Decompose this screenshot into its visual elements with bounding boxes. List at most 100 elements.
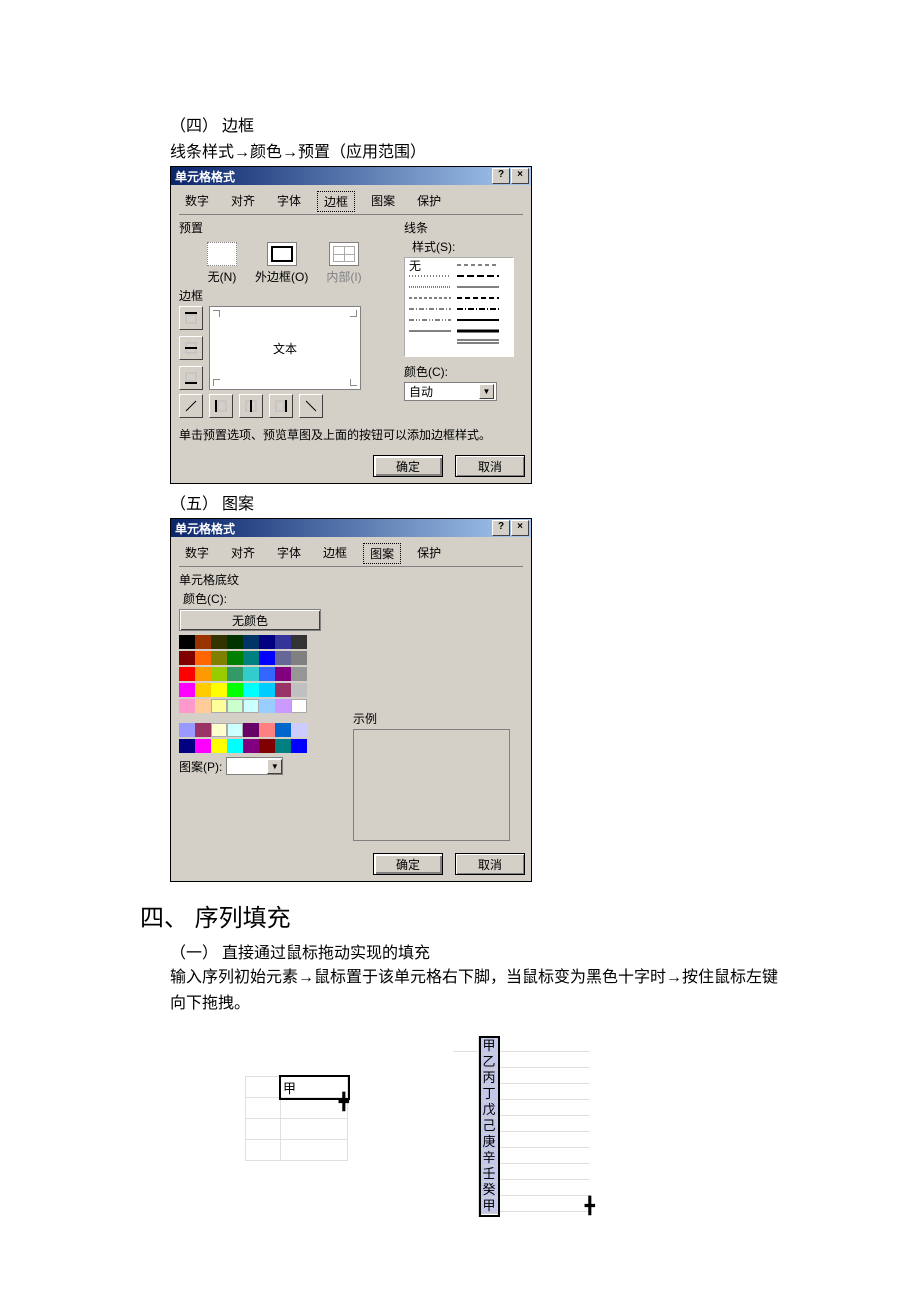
border-middle-h-button[interactable] — [179, 336, 203, 360]
help-button[interactable]: ? — [492, 168, 510, 184]
lines-group-label: 线条 — [404, 219, 514, 236]
border-right-button[interactable] — [269, 394, 293, 418]
border-left-button[interactable] — [209, 394, 233, 418]
color-swatch[interactable] — [227, 723, 243, 737]
color-swatch[interactable] — [179, 699, 195, 713]
color-swatch[interactable] — [275, 651, 291, 665]
color-swatch[interactable] — [259, 667, 275, 681]
section-4-title: （四） 边框 — [170, 112, 780, 136]
tab-protection[interactable]: 保护 — [411, 543, 447, 564]
color-swatch[interactable] — [211, 723, 227, 737]
ok-button[interactable]: 确定 — [373, 455, 443, 477]
tab-pattern[interactable]: 图案 — [365, 191, 401, 212]
color-swatch[interactable] — [291, 667, 307, 681]
color-swatch[interactable] — [275, 635, 291, 649]
color-swatch[interactable] — [243, 667, 259, 681]
color-swatch[interactable] — [291, 723, 307, 737]
pattern-dropdown[interactable]: ▼ — [226, 757, 283, 775]
border-diag-down-button[interactable] — [299, 394, 323, 418]
color-swatch[interactable] — [179, 635, 195, 649]
color-swatch[interactable] — [211, 699, 227, 713]
color-swatch[interactable] — [227, 739, 243, 753]
preset-outline[interactable]: 外边框(O) — [255, 242, 308, 285]
color-swatch[interactable] — [291, 683, 307, 697]
color-swatch[interactable] — [195, 723, 211, 737]
color-swatch[interactable] — [227, 667, 243, 681]
color-swatch[interactable] — [195, 739, 211, 753]
color-swatch[interactable] — [243, 635, 259, 649]
ok-button[interactable]: 确定 — [373, 853, 443, 875]
cancel-button[interactable]: 取消 — [455, 455, 525, 477]
tab-alignment[interactable]: 对齐 — [225, 543, 261, 564]
preset-outline-label: 外边框(O) — [255, 268, 308, 285]
color-swatch[interactable] — [259, 699, 275, 713]
color-swatch[interactable] — [291, 651, 307, 665]
color-swatch[interactable] — [227, 683, 243, 697]
color-swatch[interactable] — [275, 723, 291, 737]
tab-border[interactable]: 边框 — [317, 191, 355, 212]
color-swatch[interactable] — [195, 635, 211, 649]
color-swatch[interactable] — [179, 651, 195, 665]
color-swatch[interactable] — [227, 699, 243, 713]
color-swatch[interactable] — [179, 739, 195, 753]
tab-font[interactable]: 字体 — [271, 543, 307, 564]
cancel-button[interactable]: 取消 — [455, 853, 525, 875]
color-swatch[interactable] — [211, 667, 227, 681]
tab-number[interactable]: 数字 — [179, 543, 215, 564]
border-color-dropdown[interactable]: 自动 ▼ — [404, 382, 497, 401]
preset-group-label: 预置 — [179, 219, 394, 236]
color-swatch[interactable] — [227, 635, 243, 649]
border-diag-up-button[interactable] — [179, 394, 203, 418]
color-swatch[interactable] — [179, 723, 195, 737]
color-swatch[interactable] — [275, 699, 291, 713]
color-swatch[interactable] — [211, 683, 227, 697]
tab-pattern[interactable]: 图案 — [363, 543, 401, 564]
color-swatch[interactable] — [291, 635, 307, 649]
border-preview[interactable]: 文本 — [209, 306, 361, 390]
color-swatch[interactable] — [259, 651, 275, 665]
color-swatch[interactable] — [179, 667, 195, 681]
color-swatch[interactable] — [275, 739, 291, 753]
border-top-button[interactable] — [179, 306, 203, 330]
fill-handle-icon: ╋ — [339, 1092, 349, 1112]
preset-inside[interactable]: 内部(I) — [326, 242, 361, 285]
color-swatch[interactable] — [179, 683, 195, 697]
color-swatch[interactable] — [259, 723, 275, 737]
close-button[interactable]: × — [511, 168, 529, 184]
color-swatch[interactable] — [243, 739, 259, 753]
color-swatch[interactable] — [275, 667, 291, 681]
color-swatch[interactable] — [243, 683, 259, 697]
tab-alignment[interactable]: 对齐 — [225, 191, 261, 212]
color-swatch[interactable] — [243, 651, 259, 665]
color-swatch[interactable] — [259, 635, 275, 649]
color-swatch[interactable] — [195, 699, 211, 713]
color-swatch[interactable] — [227, 651, 243, 665]
color-swatch[interactable] — [275, 683, 291, 697]
color-swatch[interactable] — [243, 723, 259, 737]
border-middle-v-button[interactable] — [239, 394, 263, 418]
tab-number[interactable]: 数字 — [179, 191, 215, 212]
no-color-button[interactable]: 无颜色 — [179, 609, 321, 631]
color-swatch[interactable] — [211, 739, 227, 753]
color-swatch[interactable] — [291, 739, 307, 753]
color-swatch[interactable] — [195, 651, 211, 665]
line-style-list[interactable]: 无 — [404, 257, 514, 357]
color-swatch[interactable] — [243, 699, 259, 713]
color-swatch[interactable] — [259, 683, 275, 697]
help-button[interactable]: ? — [492, 520, 510, 536]
preset-none[interactable]: 无(N) — [207, 242, 237, 285]
color-swatch[interactable] — [195, 683, 211, 697]
tab-border[interactable]: 边框 — [317, 543, 353, 564]
fill-handle-icon: ╋ — [585, 1196, 595, 1216]
tab-protection[interactable]: 保护 — [411, 191, 447, 212]
color-swatch[interactable] — [211, 651, 227, 665]
border-group-label: 边框 — [179, 287, 394, 304]
color-swatch[interactable] — [211, 635, 227, 649]
color-swatch[interactable] — [195, 667, 211, 681]
tab-font[interactable]: 字体 — [271, 191, 307, 212]
color-swatch[interactable] — [259, 739, 275, 753]
color-swatch[interactable] — [291, 699, 307, 713]
close-button[interactable]: × — [511, 520, 529, 536]
border-bottom-button[interactable] — [179, 366, 203, 390]
dropdown-arrow-icon: ▼ — [267, 759, 282, 774]
